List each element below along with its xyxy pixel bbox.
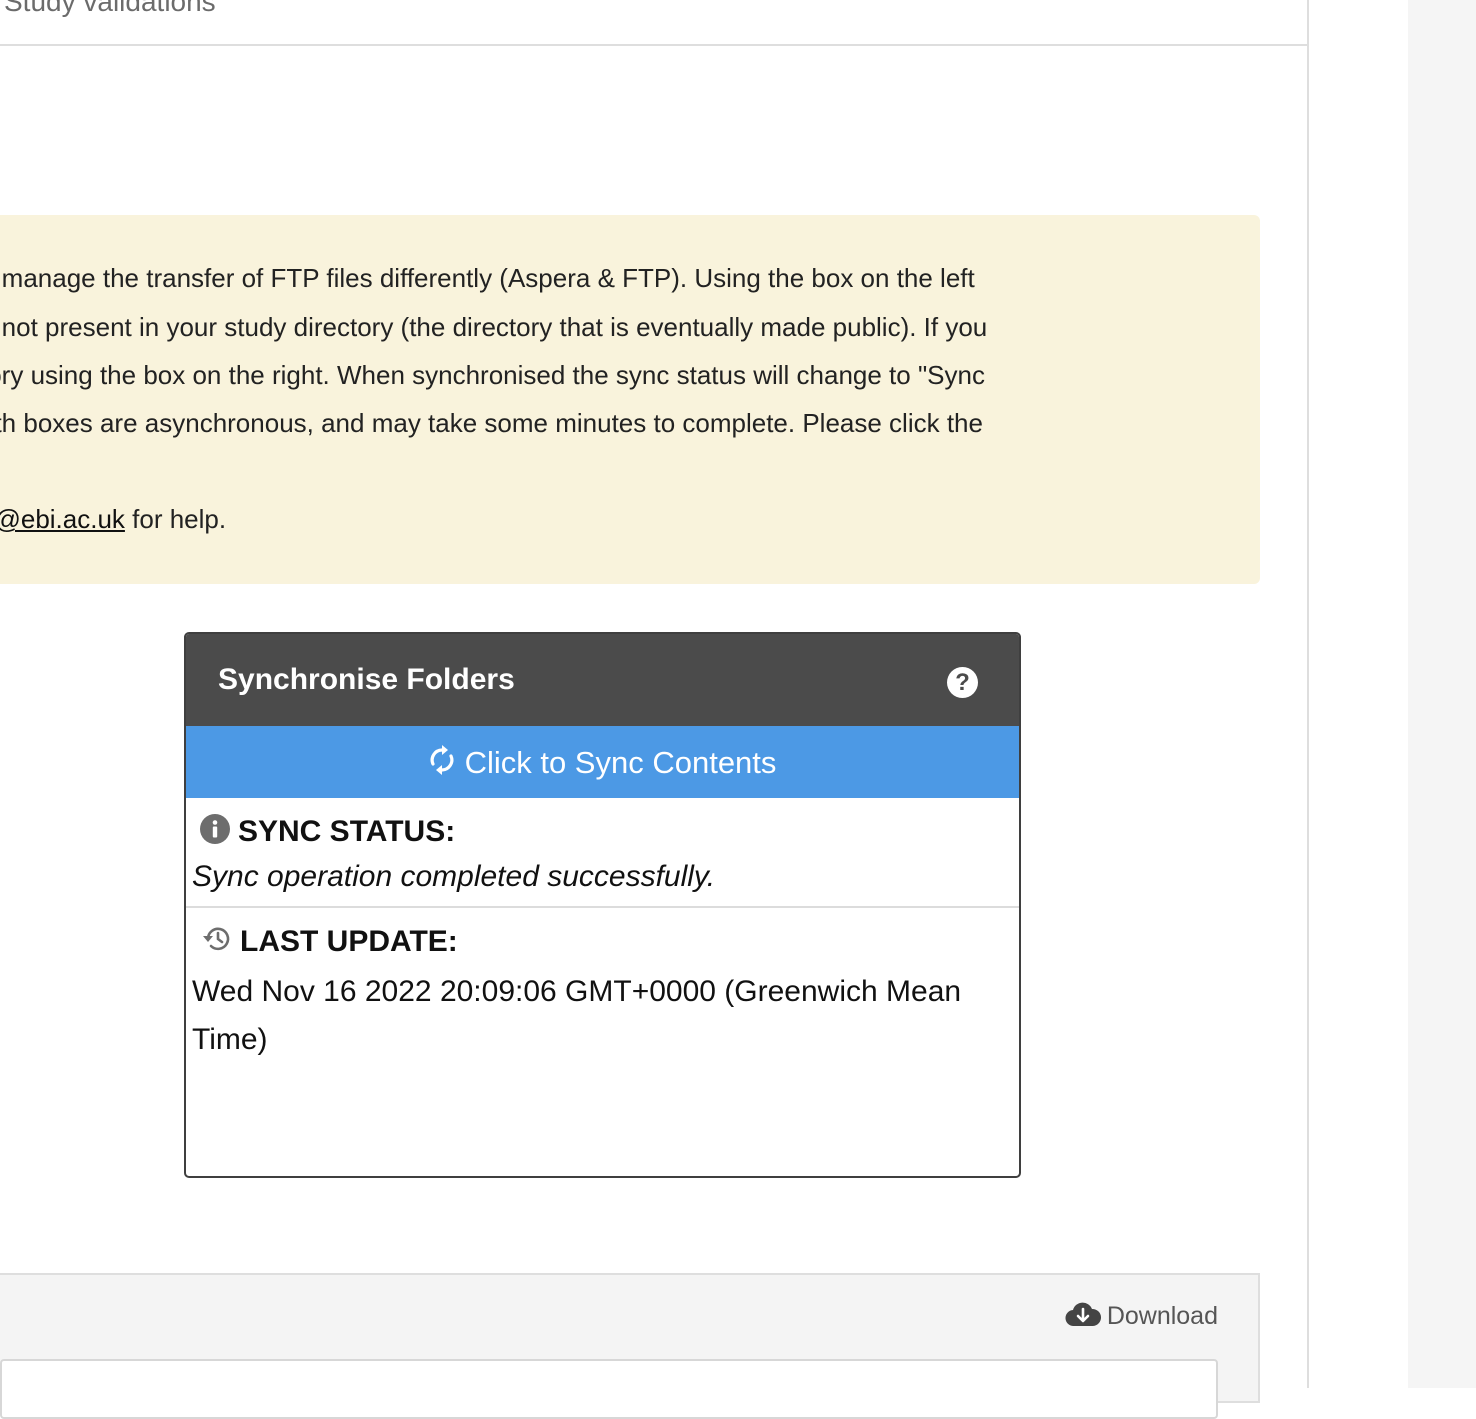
cloud-download-icon — [1065, 1301, 1101, 1334]
last-update-section: LAST UPDATE: Wed Nov 16 2022 20:09:06 GM… — [186, 908, 1019, 1176]
sync-card-title: Synchronise Folders — [218, 663, 515, 696]
sync-status-section: SYNC STATUS: Sync operation completed su… — [186, 798, 1019, 908]
sync-status-text: Sync operation completed successfully. — [192, 860, 716, 893]
notice-help-line: p@ebi.ac.uk for help. — [0, 504, 226, 535]
sync-button-label: Click to Sync Contents — [464, 745, 777, 780]
sync-card-header: Synchronise Folders ? — [186, 634, 1019, 726]
refresh-icon — [429, 729, 455, 801]
download-button[interactable]: Download — [1065, 1301, 1218, 1334]
tab-study-validations[interactable]: Study validations — [4, 0, 216, 18]
download-label: Download — [1106, 1302, 1218, 1331]
notice-line: tory using the box on the right. When sy… — [0, 360, 985, 390]
panel-border — [1307, 0, 1309, 1388]
files-list-box — [0, 1359, 1218, 1419]
right-gutter — [1408, 0, 1476, 1388]
tab-strip: Study validations — [0, 0, 1308, 46]
info-icon — [200, 814, 230, 852]
question-circle-icon[interactable]: ? — [947, 667, 978, 698]
last-update-label: LAST UPDATE: — [240, 924, 458, 958]
notice-line: e not present in your study directory (t… — [0, 312, 988, 342]
sync-contents-button[interactable]: Click to Sync Contents — [186, 726, 1019, 798]
sync-status-heading: SYNC STATUS: — [200, 814, 455, 848]
sync-folders-card: Synchronise Folders ? Click to Sync Cont… — [184, 632, 1021, 1178]
ftp-info-notice: o manage the transfer of FTP files diffe… — [0, 215, 1260, 584]
files-panel: Download — [0, 1273, 1260, 1419]
sync-status-label: SYNC STATUS: — [238, 814, 456, 848]
support-email-link[interactable]: p@ebi.ac.uk — [0, 504, 125, 534]
last-update-text: Wed Nov 16 2022 20:09:06 GMT+0000 (Green… — [192, 975, 962, 1056]
history-icon — [200, 924, 232, 962]
help-suffix: for help. — [124, 504, 227, 534]
last-update-heading: LAST UPDATE: — [200, 924, 458, 958]
notice-line: oth boxes are asynchronous, and may take… — [0, 408, 983, 438]
notice-line: o manage the transfer of FTP files diffe… — [0, 263, 975, 293]
